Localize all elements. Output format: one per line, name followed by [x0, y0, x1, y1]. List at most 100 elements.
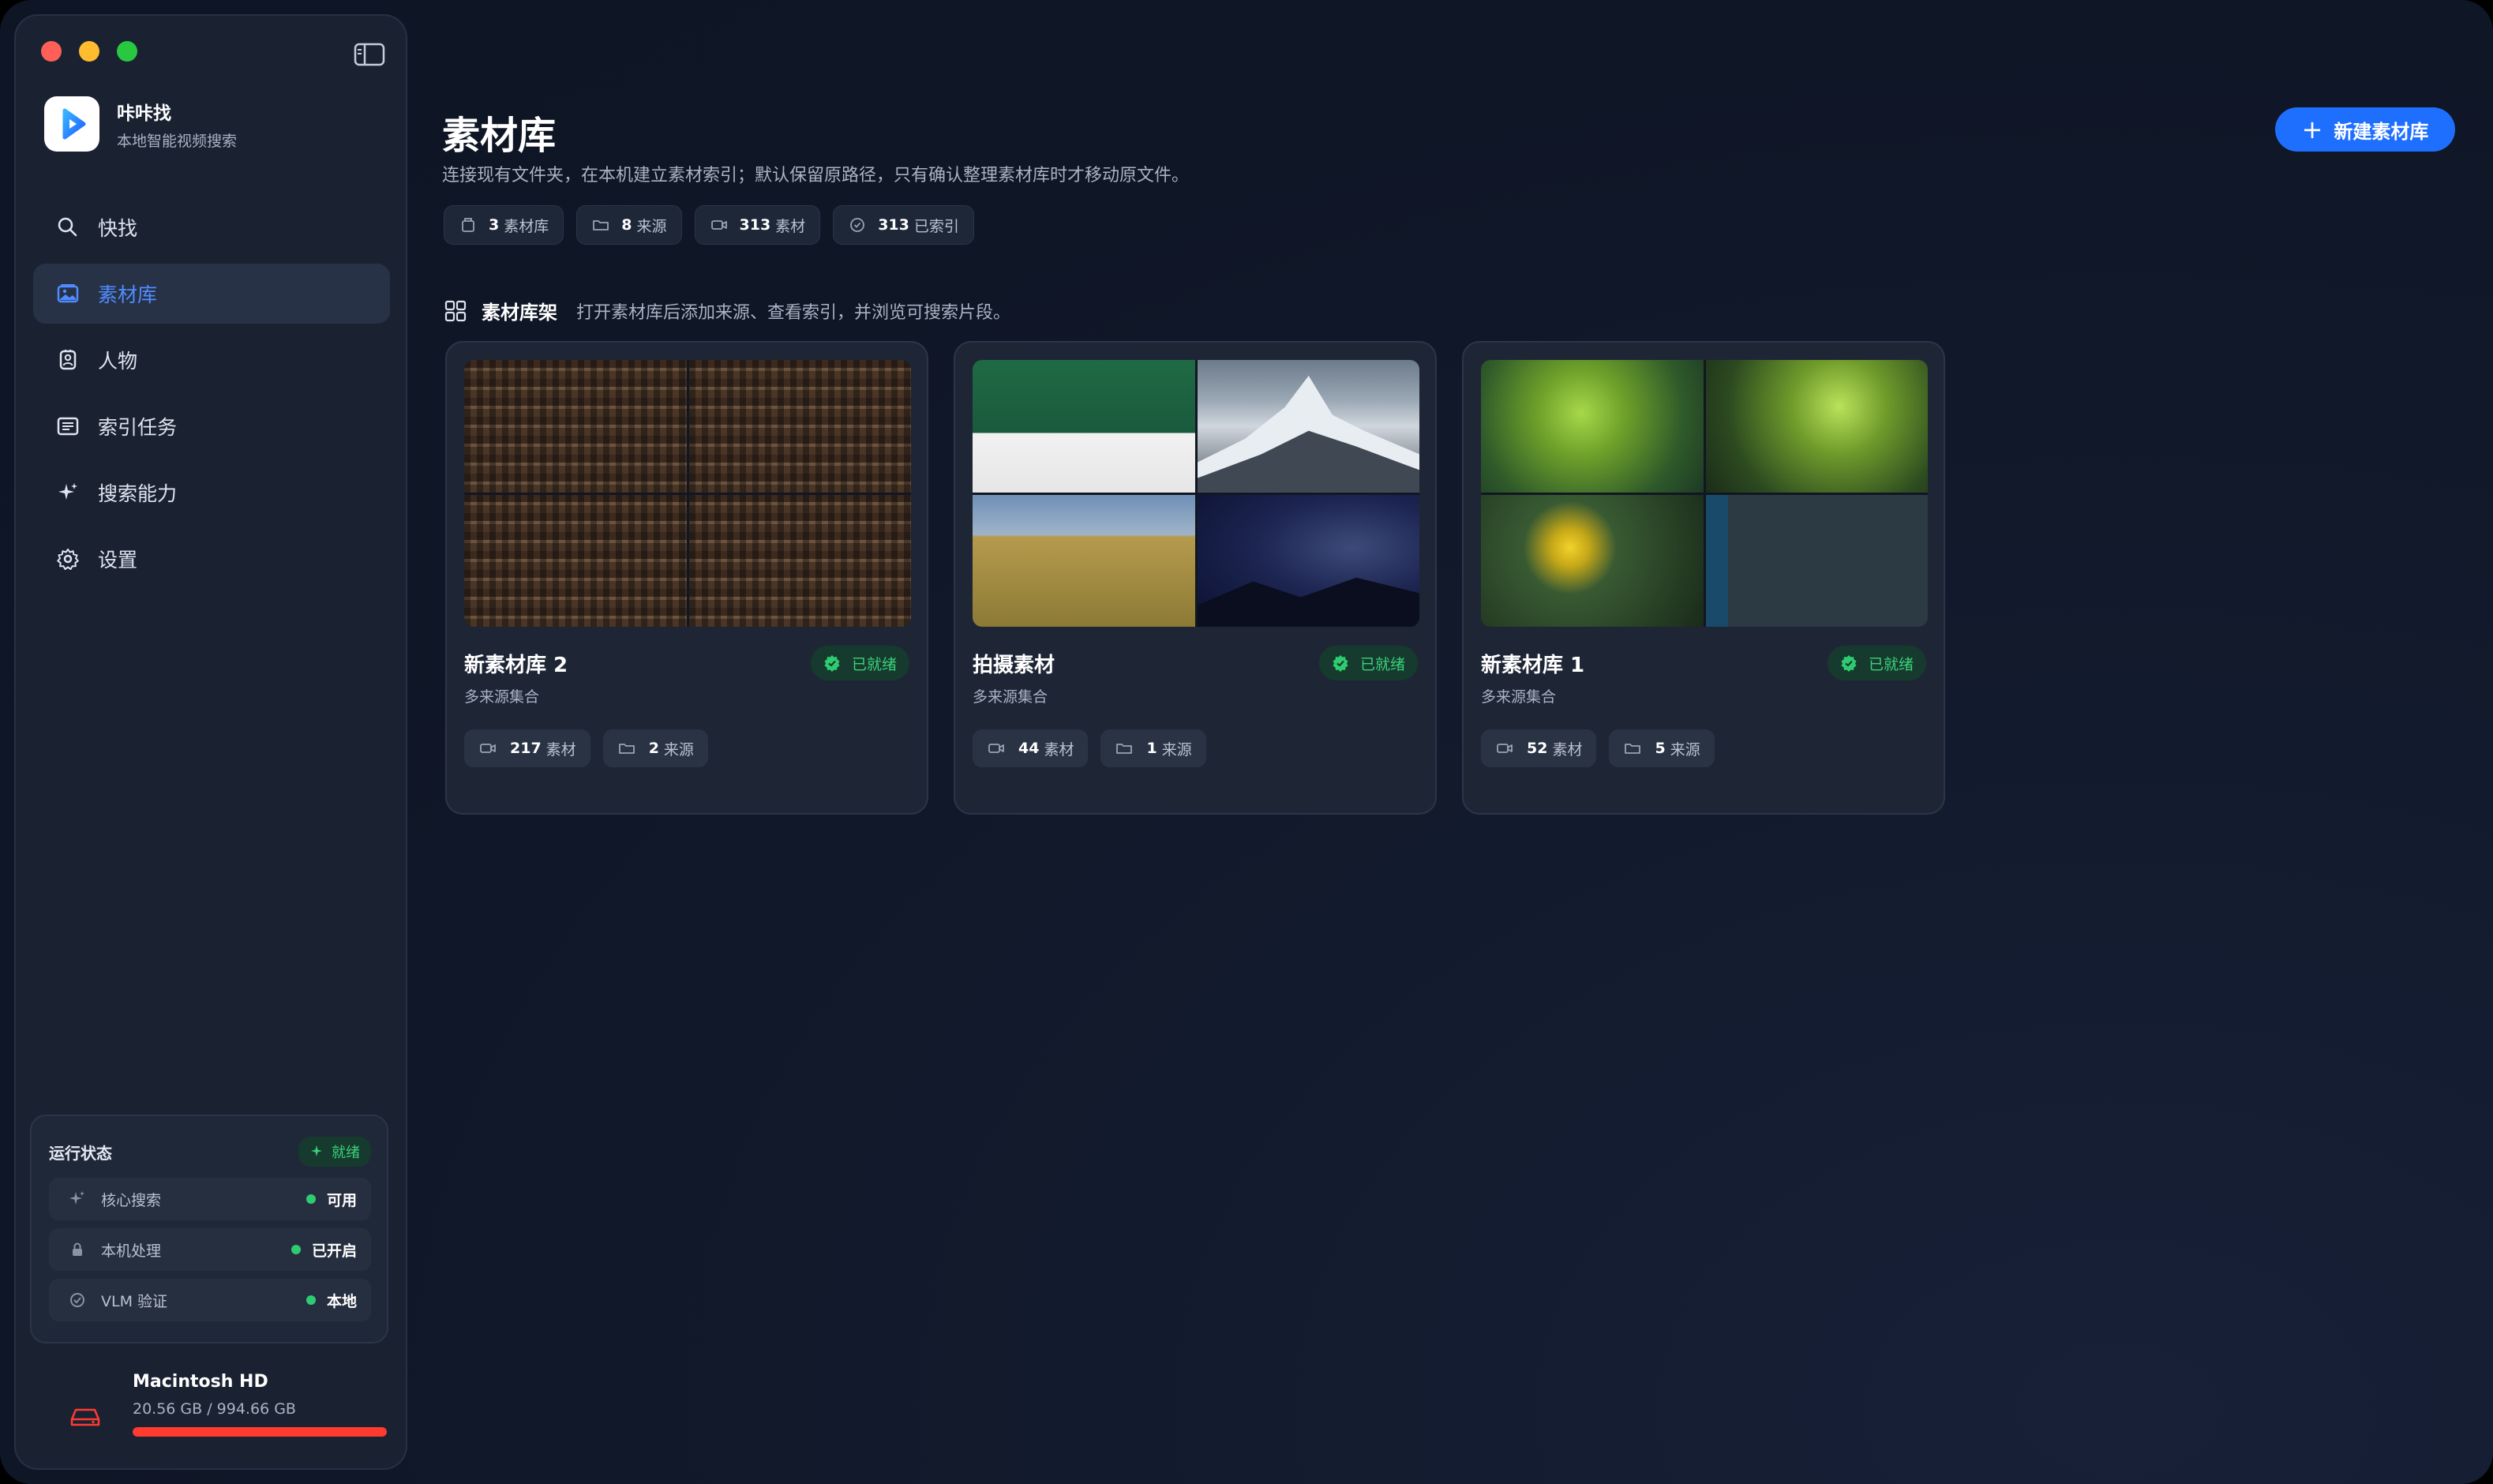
card-stats: 217 素材 2 来源	[464, 729, 708, 767]
lock-icon	[73, 1242, 82, 1256]
card-stat-sources: 2 来源	[602, 729, 708, 767]
library-card[interactable]: 新素材库 1 多来源集合 已就绪 52 素材 5 来源	[1462, 341, 1945, 815]
night-sky-shape	[1197, 577, 1419, 627]
video-icon	[710, 220, 727, 230]
stat-label: 已索引	[913, 217, 959, 235]
search-icon	[58, 217, 77, 237]
card-stat-sources: 5 来源	[1609, 729, 1715, 767]
ready-status-label: 已就绪	[1359, 655, 1405, 673]
status-dot	[306, 1295, 316, 1305]
page-description: 连接现有文件夹，在本机建立素材索引；默认保留原路径，只有确认整理素材库时才移动原…	[442, 166, 1190, 186]
sparkle-icon	[58, 483, 77, 500]
disk-usage-bar	[133, 1427, 387, 1437]
thumbnail-image	[1481, 494, 1704, 627]
thumbnail-image	[688, 494, 911, 627]
video-icon	[988, 744, 1004, 753]
thumbnail-image	[973, 494, 1195, 627]
sidebar-item-label: 设置	[98, 549, 138, 571]
close-window-button[interactable]	[41, 41, 62, 62]
sidebar-item-index-tasks[interactable]: 索引任务	[33, 396, 390, 456]
folder-icon	[618, 744, 635, 754]
card-thumbnails	[464, 360, 911, 627]
status-row-label: 本机处理	[101, 1242, 162, 1260]
person-id-icon	[59, 350, 77, 370]
library-card[interactable]: 拍摄素材 多来源集合 已就绪 44 素材 1 来源	[954, 341, 1437, 815]
card-stat-label: 来源	[1161, 740, 1192, 759]
card-subtitle: 多来源集合	[464, 688, 540, 706]
status-row-label: 核心搜索	[101, 1191, 162, 1209]
disk-name: Macintosh HD	[133, 1372, 268, 1392]
check-circle-icon	[70, 1293, 84, 1307]
sparkle-icon	[69, 1191, 84, 1205]
video-icon	[480, 744, 496, 753]
stat-indexed: 313 已索引	[833, 205, 974, 245]
brand: 咔咔找 本地智能视频搜索	[44, 96, 237, 152]
stat-value: 8	[621, 216, 632, 234]
thumbnail-image	[1197, 360, 1419, 493]
ready-status-label: 已就绪	[851, 655, 897, 673]
sidebar-item-settings[interactable]: 设置	[33, 529, 390, 589]
minimize-window-button[interactable]	[79, 41, 99, 62]
disk-usage: Macintosh HD 20.56 GB / 994.66 GB	[32, 1358, 395, 1452]
summary-stats: 3 素材库 8 来源 313 素材 313 已索引	[444, 205, 974, 245]
check-badge-icon	[1333, 655, 1348, 672]
card-stat-label: 来源	[663, 740, 694, 759]
run-status-title: 运行状态	[49, 1143, 112, 1163]
sidebar-nav: 快找 素材库 人物 索引任务 搜索能力 设置	[33, 197, 390, 595]
card-stat-label: 素材	[545, 740, 576, 759]
plus-icon: +	[2301, 114, 2323, 144]
thumbnail-image	[464, 360, 687, 493]
status-row-core-search: 核心搜索 可用	[49, 1178, 371, 1220]
thumbnail-image	[973, 360, 1195, 493]
library-card[interactable]: 新素材库 2 多来源集合 已就绪 217 素材 2 来源	[445, 341, 928, 815]
card-stat-sources: 1 来源	[1100, 729, 1206, 767]
grid-icon	[444, 300, 467, 321]
sidebar-item-search-capability[interactable]: 搜索能力	[33, 463, 390, 523]
archive-icon	[462, 218, 474, 232]
sidebar-item-people[interactable]: 人物	[33, 330, 390, 390]
gear-icon	[57, 549, 79, 570]
run-status-panel: 运行状态 就绪 核心搜索 可用 本机处理 已开启 VLM 验证 本地	[30, 1115, 388, 1343]
card-stat-value: 1	[1146, 740, 1157, 757]
thumbnail-image	[688, 360, 911, 493]
card-stat-label: 来源	[1670, 740, 1700, 759]
mountain-shape	[1197, 375, 1419, 493]
stat-libraries: 3 素材库	[444, 205, 564, 245]
folder-icon	[593, 220, 609, 230]
card-stat-value: 52	[1527, 740, 1548, 757]
card-stat-value: 5	[1655, 740, 1666, 757]
card-stat-label: 素材	[1044, 740, 1074, 759]
stat-value: 313	[739, 216, 771, 234]
ready-status-badge: 已就绪	[1318, 646, 1418, 680]
stat-label: 来源	[636, 217, 667, 235]
ready-status-badge: 已就绪	[810, 646, 909, 680]
status-dot	[306, 1194, 316, 1204]
new-library-button-label: 新建素材库	[2334, 120, 2429, 143]
new-library-button[interactable]: + 新建素材库	[2275, 107, 2455, 152]
stat-materials: 313 素材	[694, 205, 821, 245]
card-thumbnails	[1481, 360, 1928, 627]
ready-status-badge: 已就绪	[1827, 646, 1926, 680]
sidebar-item-label: 索引任务	[98, 416, 178, 439]
run-status-badge: 就绪	[298, 1137, 371, 1167]
zoom-window-button[interactable]	[117, 41, 137, 62]
folder-icon	[1625, 744, 1641, 754]
sidebar-toggle-icon[interactable]	[354, 43, 385, 66]
disk-usage-fill	[133, 1427, 387, 1437]
sidebar-item-quick-find[interactable]: 快找	[33, 197, 390, 257]
sparkle-icon	[311, 1145, 322, 1156]
card-stat-value: 44	[1018, 740, 1040, 757]
status-row-value: 可用	[326, 1191, 357, 1209]
thumbnail-image	[464, 494, 687, 627]
card-title: 拍摄素材	[973, 654, 1055, 677]
play-logo-icon	[62, 108, 86, 140]
stat-label: 素材库	[504, 217, 549, 235]
card-subtitle: 多来源集合	[973, 688, 1048, 706]
status-row-value: 已开启	[311, 1242, 357, 1260]
section-title: 素材库架	[482, 302, 557, 324]
card-stat-value: 2	[648, 740, 659, 757]
folder-icon	[1116, 744, 1133, 754]
status-row-value: 本地	[326, 1292, 357, 1310]
stat-label: 素材	[775, 217, 806, 235]
sidebar-item-library[interactable]: 素材库	[33, 264, 390, 324]
